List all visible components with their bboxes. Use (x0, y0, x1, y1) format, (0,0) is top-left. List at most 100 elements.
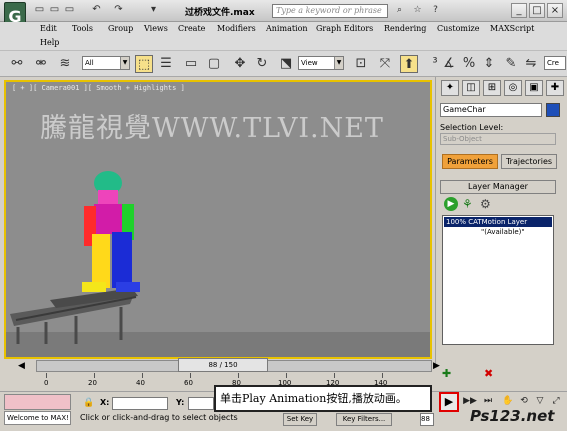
next-frame-icon[interactable]: ▶ (433, 361, 447, 372)
field-of-view-icon[interactable]: ▽ (532, 394, 548, 408)
menu-help[interactable]: Help (40, 38, 59, 47)
close-button[interactable]: × (547, 3, 563, 18)
x-coord-label: X: (100, 398, 110, 407)
layer-item-catmotion[interactable]: 100% CATMotion Layer (444, 217, 552, 227)
maxscript-output-field[interactable]: Welcome to MAX! (4, 411, 71, 425)
pan-icon[interactable]: ✋ (500, 394, 516, 408)
scale-icon[interactable]: ⬔ (277, 55, 295, 73)
maxscript-listener-field[interactable] (4, 394, 71, 410)
tab-motion[interactable]: ◎ (504, 80, 522, 96)
lock-icon[interactable]: 🔒 (83, 397, 95, 409)
set-key-button[interactable]: Set Key (283, 413, 317, 426)
link-icon[interactable]: ⚯ (8, 55, 26, 73)
selection-filter-value: All (85, 59, 94, 67)
percent-snap-icon[interactable]: % (460, 55, 478, 73)
select-by-name-icon[interactable]: ☰ (157, 55, 175, 73)
reference-coord-value: View (301, 59, 318, 67)
tab-modify[interactable]: ◫ (462, 80, 480, 96)
menu-customize[interactable]: Customize (437, 24, 480, 33)
save-icon[interactable]: ▭ (63, 4, 76, 16)
title-bar: G ▭ ▭ ▭ ↶ ↷ ▾ 过桥戏文件.max Type a keyword o… (0, 0, 567, 32)
object-color-swatch[interactable] (546, 103, 560, 117)
maximize-button[interactable]: □ (529, 3, 545, 18)
rect-selection-icon[interactable]: ▭ (182, 55, 200, 73)
tick-label: 0 (44, 379, 49, 387)
help-icon[interactable]: ? (429, 4, 442, 17)
menu-rendering[interactable]: Rendering (384, 24, 426, 33)
play-animation-button[interactable]: ▶ (439, 392, 459, 412)
pivot-center-icon[interactable]: ⊡ (352, 55, 370, 73)
keyboard-shortcut-icon[interactable]: ⬆ (400, 55, 418, 73)
tab-create[interactable]: ✦ (441, 80, 459, 96)
status-prompt: Click or click-and-drag to select object… (80, 413, 238, 422)
next-key-icon[interactable]: ▶▶ (462, 394, 478, 408)
layer-manager-rollout[interactable]: Layer Manager (440, 180, 556, 194)
rotate-icon[interactable]: ↻ (253, 55, 271, 73)
tab-hierarchy[interactable]: ⊞ (483, 80, 501, 96)
menu-graph-editors[interactable]: Graph Editors (316, 24, 373, 33)
go-to-end-icon[interactable]: ⏭ (480, 394, 496, 408)
chevron-down-icon: ▼ (334, 57, 343, 69)
time-slider-thumb[interactable]: 88 / 150 (178, 358, 268, 372)
menu-views[interactable]: Views (144, 24, 168, 33)
file-title: 过桥戏文件.max (185, 8, 255, 18)
select-manipulate-icon[interactable]: ⤧ (376, 55, 394, 73)
menu-animation[interactable]: Animation (266, 24, 308, 33)
sub-object-dropdown[interactable]: Sub-Object (440, 133, 556, 145)
named-selection-field[interactable]: Cre (544, 56, 566, 70)
new-icon[interactable]: ▭ (33, 4, 46, 16)
unlink-icon[interactable]: ⚮ (32, 55, 50, 73)
instruction-callout: 单击Play Animation按钮,播放动画。 (214, 385, 432, 412)
select-object-icon[interactable]: ⬚ (135, 55, 153, 73)
reference-coord-dropdown[interactable]: View ▼ (298, 56, 344, 70)
tick-label: 40 (136, 379, 145, 387)
maximize-viewport-icon[interactable]: ⤢ (548, 394, 564, 408)
trajectories-button[interactable]: Trajectories (501, 154, 557, 169)
camera-viewport[interactable]: [ + ][ Camera001 ][ Smooth + Highlights … (4, 80, 432, 359)
selection-level-label: Selection Level: (440, 123, 504, 132)
current-frame-field[interactable]: 88 (420, 413, 434, 426)
layer-settings-icon[interactable]: ⚙ (480, 197, 494, 211)
help-search-input[interactable]: Type a keyword or phrase (272, 4, 388, 18)
undo-icon[interactable]: ↶ (90, 4, 103, 16)
chevron-down-icon: ▼ (120, 57, 129, 69)
menu-modifiers[interactable]: Modifiers (217, 24, 256, 33)
menu-maxscript[interactable]: MAXScript (490, 24, 534, 33)
mirror-icon[interactable]: ⇋ (522, 55, 540, 73)
quick-access-dropdown-icon[interactable]: ▾ (147, 4, 160, 16)
layer-delete-icon[interactable]: ✖ (484, 367, 498, 381)
site-watermark-logo: Ps123.net (470, 407, 555, 425)
selection-filter-dropdown[interactable]: All ▼ (82, 56, 130, 70)
spinner-snap-icon[interactable]: ⇕ (480, 55, 498, 73)
named-selection-icon[interactable]: ✎ (502, 55, 520, 73)
object-name-field[interactable]: GameChar (440, 103, 542, 117)
command-panel: ✦ ◫ ⊞ ◎ ▣ ✚ GameChar Selection Level: Su… (435, 77, 567, 380)
window-crossing-icon[interactable]: ▢ (205, 55, 223, 73)
key-filters-button[interactable]: Key Filters... (336, 413, 392, 426)
redo-icon[interactable]: ↷ (112, 4, 125, 16)
menu-create[interactable]: Create (178, 24, 205, 33)
binoculars-icon[interactable]: ⌕ (393, 4, 406, 17)
play-layer-icon[interactable]: ▶ (444, 197, 458, 211)
add-layer-icon[interactable]: ⚘ (462, 197, 476, 211)
parameters-button[interactable]: Parameters (442, 154, 498, 169)
star-icon[interactable]: ☆ (411, 4, 424, 17)
menu-edit[interactable]: Edit (40, 24, 57, 33)
tab-utilities[interactable]: ✚ (546, 80, 564, 96)
move-icon[interactable]: ✥ (231, 55, 249, 73)
scene-render (6, 171, 430, 357)
x-coord-field[interactable] (112, 397, 168, 410)
angle-snap-icon[interactable]: ∡ (440, 55, 458, 73)
y-coord-field[interactable] (188, 397, 214, 410)
tick-label: 60 (184, 379, 193, 387)
open-icon[interactable]: ▭ (48, 4, 61, 16)
layer-list[interactable]: 100% CATMotion Layer "(Available)" (442, 215, 554, 345)
prev-frame-icon[interactable]: ◀ (18, 361, 32, 372)
orbit-icon[interactable]: ⟲ (516, 394, 532, 408)
tab-display[interactable]: ▣ (525, 80, 543, 96)
main-toolbar: ⚯ ⚮ ≋ All ▼ ⬚ ☰ ▭ ▢ ✥ ↻ ⬔ View ▼ ⊡ ⤧ ⬆ ³ ∡… (0, 50, 567, 77)
bind-spacewarp-icon[interactable]: ≋ (56, 55, 74, 73)
menu-group[interactable]: Group (108, 24, 133, 33)
menu-tools[interactable]: Tools (72, 24, 93, 33)
minimize-button[interactable]: _ (511, 3, 527, 18)
